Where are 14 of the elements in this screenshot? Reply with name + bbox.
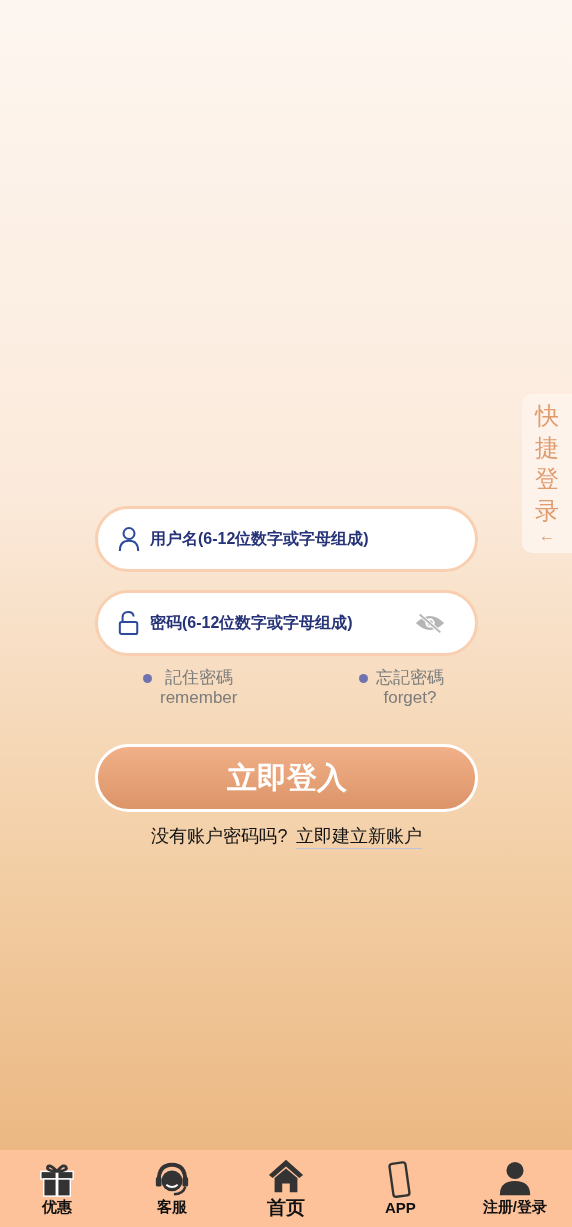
nav-tab[interactable]: 优惠 xyxy=(2,1160,113,1217)
signup-link[interactable]: 立即建立新账户 xyxy=(295,824,422,849)
nav-tab[interactable]: 首页 xyxy=(230,1156,341,1221)
arrow-icon: ← xyxy=(539,526,555,545)
nav-tab[interactable]: 客服 xyxy=(116,1160,227,1217)
user-icon xyxy=(118,526,140,552)
nav-tab[interactable]: APP xyxy=(345,1161,456,1216)
username-field[interactable]: 用户名(6-12位数字或字母组成) xyxy=(148,529,445,549)
password-field[interactable]: 密码(6-12位数字或字母组成) xyxy=(148,613,407,633)
quick-login-label: 快捷登录 xyxy=(535,401,559,526)
hidden-eye-icon[interactable] xyxy=(415,612,445,634)
signup-prompt: 没有账户密码吗? xyxy=(151,825,288,848)
padlock-icon xyxy=(118,610,140,636)
nav-tab[interactable]: 注册/登录 xyxy=(459,1160,570,1217)
